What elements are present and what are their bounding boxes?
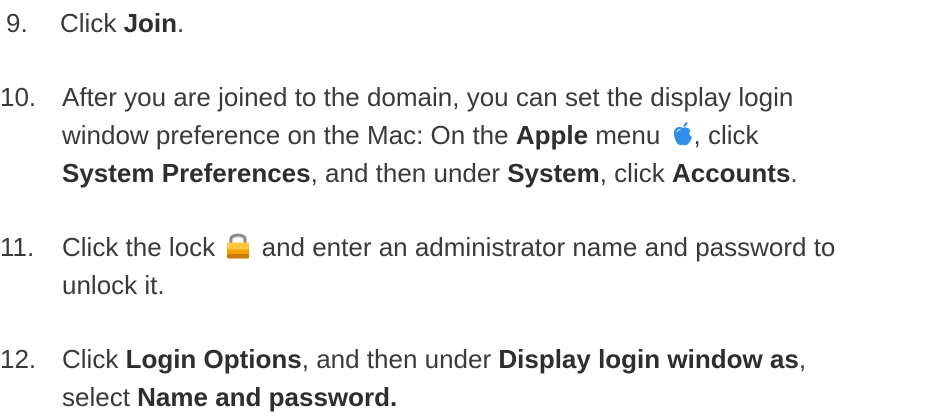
- bold-term-name-and-password: Name and password.: [137, 382, 398, 412]
- step-line: Click Login Options, and then under Disp…: [62, 340, 932, 378]
- step-line: System Preferences, and then under Syste…: [62, 154, 932, 192]
- step-text: Click Login Options, and then under Disp…: [62, 340, 932, 416]
- text-run: , click: [599, 158, 672, 188]
- step-line: select Name and password.: [62, 378, 932, 416]
- bold-term-accounts: Accounts: [671, 158, 791, 188]
- text-run: Click the lock: [62, 232, 223, 262]
- text-run: .: [177, 8, 185, 38]
- text-run: select: [62, 382, 138, 412]
- bold-term-system-preferences: System Preferences: [62, 158, 311, 188]
- apple-icon: [672, 119, 694, 146]
- text-run: .: [790, 158, 798, 188]
- text-run: , click: [693, 120, 759, 150]
- text-run: menu: [588, 120, 668, 150]
- step-text: After you are joined to the domain, you …: [62, 78, 932, 192]
- step-text: Click Join.: [60, 4, 930, 42]
- step-line: After you are joined to the domain, you …: [62, 82, 794, 112]
- text-run: and enter an administrator name and pass…: [254, 232, 836, 262]
- step-text: Click the lock and enter an administrato…: [62, 228, 932, 304]
- bold-term-apple: Apple: [515, 120, 589, 150]
- step-line: Click Join.: [60, 4, 930, 42]
- step-number: 11.: [0, 232, 35, 262]
- text-run: , and then under: [301, 344, 499, 374]
- step-line: Click the lock and enter an administrato…: [62, 228, 932, 266]
- text-run: window preference on the Mac: On the: [62, 120, 516, 150]
- step-line: window preference on the Mac: On the App…: [62, 116, 932, 154]
- step-number: 10.: [0, 82, 37, 112]
- step-number: 9.: [6, 8, 28, 38]
- lock-icon: [224, 230, 252, 260]
- text-run: ,: [798, 344, 807, 374]
- step-line: unlock it.: [62, 270, 165, 300]
- text-run: Click: [62, 344, 126, 374]
- bold-term-join: Join: [123, 8, 178, 38]
- bold-term-system: System: [507, 158, 600, 188]
- step-number: 12.: [0, 344, 37, 374]
- bold-term-display-login-window-as: Display login window as: [498, 344, 799, 374]
- bold-term-login-options: Login Options: [125, 344, 302, 374]
- text-run: Click: [60, 8, 124, 38]
- text-run: , and then under: [310, 158, 508, 188]
